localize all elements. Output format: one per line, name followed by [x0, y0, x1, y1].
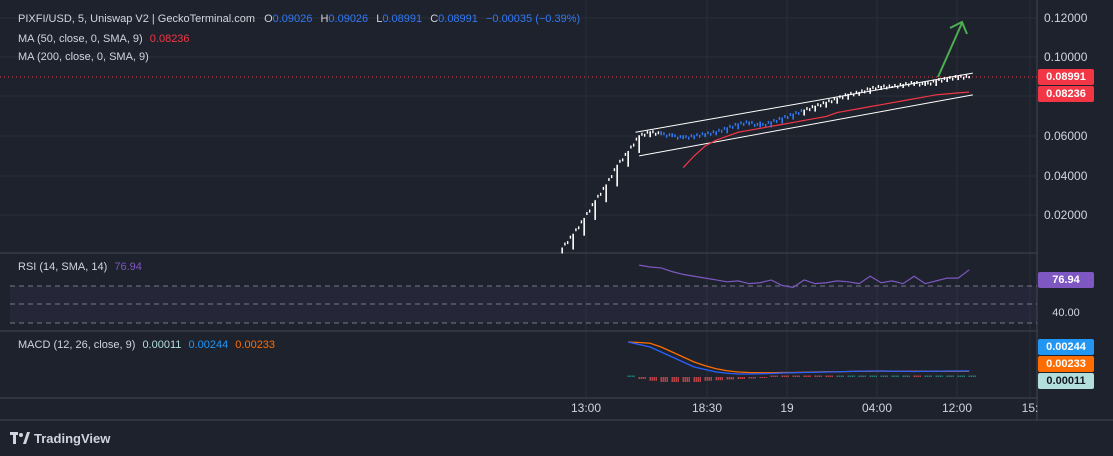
rsi-value: 76.94: [114, 261, 142, 273]
high-value: 0.09026: [328, 13, 369, 25]
price-axis-label: 0.12000: [1044, 11, 1088, 25]
last-price-tag: 0.08991: [1038, 69, 1094, 85]
tradingview-branding[interactable]: TradingView: [10, 428, 110, 448]
open-label: O: [264, 13, 273, 25]
price-axis-label: 0.04000: [1044, 169, 1088, 183]
close-value: 0.08991: [438, 13, 478, 25]
symbol-title: PIXFI/USD, 5, Uniswap V2 | GeckoTerminal…: [18, 13, 255, 25]
chart-canvas[interactable]: 0.12000 0.10000 0.06000 0.04000 0.02000 13:0…: [0, 0, 1113, 456]
macd-label: MACD (12, 26, close, 9): [18, 339, 136, 351]
macd-signal-value: 0.00233: [235, 339, 276, 351]
time-axis-label: 15:: [1022, 401, 1039, 415]
rsi-legend[interactable]: RSI (14, SMA, 14) 76.94: [18, 261, 142, 273]
low-value: 0.08991: [382, 13, 423, 25]
brand-name: TradingView: [34, 430, 111, 446]
ma50-value: 0.08236: [149, 33, 190, 45]
macd-hist-value: 0.00011: [142, 339, 182, 351]
macd-legend[interactable]: MACD (12, 26, close, 9) 0.00011 0.00244 …: [18, 339, 275, 351]
macd-line-value: 0.00244: [188, 339, 229, 351]
macd-line-tag: 0.00244: [1038, 339, 1094, 355]
symbol-legend[interactable]: PIXFI/USD, 5, Uniswap V2 | GeckoTerminal…: [18, 13, 580, 25]
ma50-label: MA (50, close, 0, SMA, 9): [18, 33, 143, 45]
macd-signal-tag: 0.00233: [1038, 356, 1094, 372]
close-label: C: [430, 13, 439, 25]
price-axis-label: 0.06000: [1044, 129, 1088, 143]
ma50-legend[interactable]: MA (50, close, 0, SMA, 9) 0.08236: [18, 33, 190, 45]
time-axis-label: 04:00: [862, 401, 892, 415]
price-axis-label: 0.02000: [1044, 208, 1088, 222]
rsi-level-label: 40.00: [1052, 307, 1080, 319]
macd-hist-tag: 0.00011: [1038, 373, 1094, 389]
time-axis-label: 13:00: [571, 401, 601, 415]
open-value: 0.09026: [272, 13, 313, 25]
ma200-label: MA (200, close, 0, SMA, 9): [18, 51, 149, 63]
time-axis-label: 19: [780, 401, 794, 415]
time-axis-label: 18:30: [692, 401, 722, 415]
tradingview-logo-icon: [10, 432, 30, 444]
ma200-legend[interactable]: MA (200, close, 0, SMA, 9): [18, 51, 149, 63]
price-axis-label: 0.10000: [1044, 50, 1088, 64]
time-axis-label: 12:00: [942, 401, 972, 415]
rsi-price-tag: 76.94: [1038, 272, 1094, 288]
rsi-label: RSI (14, SMA, 14): [18, 261, 108, 273]
change-value: −0.00035 (−0.39%): [485, 13, 581, 25]
ma50-price-tag: 0.08236: [1038, 86, 1094, 102]
